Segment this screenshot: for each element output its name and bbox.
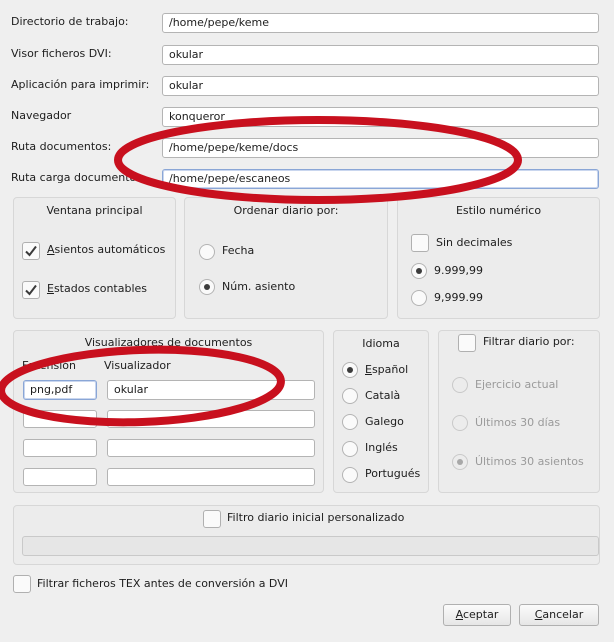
visor-dvi-input[interactable]: okular — [162, 45, 599, 65]
portugues-label[interactable]: Portugués — [365, 467, 420, 481]
formato-europeo-radio[interactable] — [411, 263, 427, 279]
aceptar-button[interactable]: Aceptar — [443, 604, 511, 626]
estilo-numerico-title: Estilo numérico — [455, 204, 542, 217]
ejercicio-actual-radio[interactable] — [452, 377, 468, 393]
extension-input[interactable]: png,pdf — [23, 380, 97, 400]
col-visualizador-header: Visualizador — [104, 359, 171, 372]
ventana-principal-title: Ventana principal — [46, 204, 143, 217]
extension-input[interactable] — [23, 439, 97, 457]
num-asiento-radio[interactable] — [199, 279, 215, 295]
galego-radio[interactable] — [342, 414, 358, 430]
visualizador-input[interactable] — [107, 439, 315, 457]
filtro-inicial-input[interactable] — [22, 536, 599, 556]
visualizador-input[interactable] — [107, 468, 315, 486]
filtro-inicial-label[interactable]: Filtro diario inicial personalizado — [227, 511, 404, 525]
ejercicio-actual-label[interactable]: Ejercicio actual — [475, 378, 558, 392]
galego-label[interactable]: Galego — [365, 415, 404, 429]
ruta-documentos-input[interactable]: /home/pepe/keme/docs — [162, 138, 599, 158]
filtrar-diario-title[interactable]: Filtrar diario por: — [483, 335, 575, 349]
ingles-radio[interactable] — [342, 441, 358, 457]
navegador-input[interactable]: konqueror — [162, 107, 599, 127]
visualizador-input[interactable]: okular — [107, 380, 315, 400]
asientos-automaticos-checkbox[interactable] — [22, 242, 40, 260]
idioma-title: Idioma — [362, 337, 400, 350]
formato-europeo-label[interactable]: 9.999,99 — [434, 264, 483, 278]
label-ruta-documentos: Ruta documentos: — [11, 140, 112, 153]
ultimos-30-asientos-label[interactable]: Últimos 30 asientos — [475, 455, 584, 469]
num-asiento-label[interactable]: Núm. asiento — [222, 280, 295, 294]
ingles-label[interactable]: Inglés — [365, 441, 398, 455]
label-ruta-carga-documentos: Ruta carga documentos: — [11, 171, 146, 184]
filtro-inicial-checkbox[interactable] — [203, 510, 221, 528]
col-extension-header: Extensión — [22, 359, 77, 372]
ultimos-30-asientos-radio[interactable] — [452, 454, 468, 470]
directorio-trabajo-input[interactable]: /home/pepe/keme — [162, 13, 599, 33]
estilo-numerico-group: Estilo numérico — [397, 197, 600, 319]
label-navegador: Navegador — [11, 109, 72, 122]
fecha-label[interactable]: Fecha — [222, 244, 254, 258]
espanol-radio[interactable] — [342, 362, 358, 378]
check-icon — [25, 245, 37, 257]
ruta-carga-documentos-input[interactable]: /home/pepe/escaneos — [162, 169, 599, 189]
filtrar-tex-label[interactable]: Filtrar ficheros TEX antes de conversión… — [37, 577, 288, 591]
catala-radio[interactable] — [342, 388, 358, 404]
filtrar-tex-checkbox[interactable] — [13, 575, 31, 593]
check-icon — [25, 284, 37, 296]
extension-input[interactable] — [23, 468, 97, 486]
catala-label[interactable]: Català — [365, 389, 400, 403]
espanol-label[interactable]: Español — [365, 363, 408, 377]
sin-decimales-label[interactable]: Sin decimales — [436, 236, 512, 250]
cancelar-button[interactable]: Cancelar — [519, 604, 599, 626]
formato-anglo-label[interactable]: 9,999.99 — [434, 291, 483, 305]
ordenar-diario-group: Ordenar diario por: — [184, 197, 388, 319]
estados-contables-checkbox[interactable] — [22, 281, 40, 299]
portugues-radio[interactable] — [342, 467, 358, 483]
extension-input[interactable] — [23, 410, 97, 428]
ultimos-30-dias-label[interactable]: Últimos 30 días — [475, 416, 560, 430]
fecha-radio[interactable] — [199, 244, 215, 260]
label-directorio-trabajo: Directorio de trabajo: — [11, 15, 129, 28]
estados-contables-label[interactable]: Estados contables — [47, 282, 147, 296]
visualizador-input[interactable] — [107, 410, 315, 428]
ultimos-30-dias-radio[interactable] — [452, 415, 468, 431]
asientos-automaticos-label[interactable]: Asientos automáticos — [47, 243, 165, 257]
aplicacion-imprimir-input[interactable]: okular — [162, 76, 599, 96]
label-aplicacion-imprimir: Aplicación para imprimir: — [11, 78, 150, 91]
filtrar-diario-checkbox[interactable] — [458, 334, 476, 352]
sin-decimales-checkbox[interactable] — [411, 234, 429, 252]
formato-anglo-radio[interactable] — [411, 290, 427, 306]
label-visor-dvi: Visor ficheros DVI: — [11, 47, 112, 60]
ordenar-diario-title: Ordenar diario por: — [233, 204, 339, 217]
visualizadores-title: Visualizadores de documentos — [84, 336, 253, 349]
